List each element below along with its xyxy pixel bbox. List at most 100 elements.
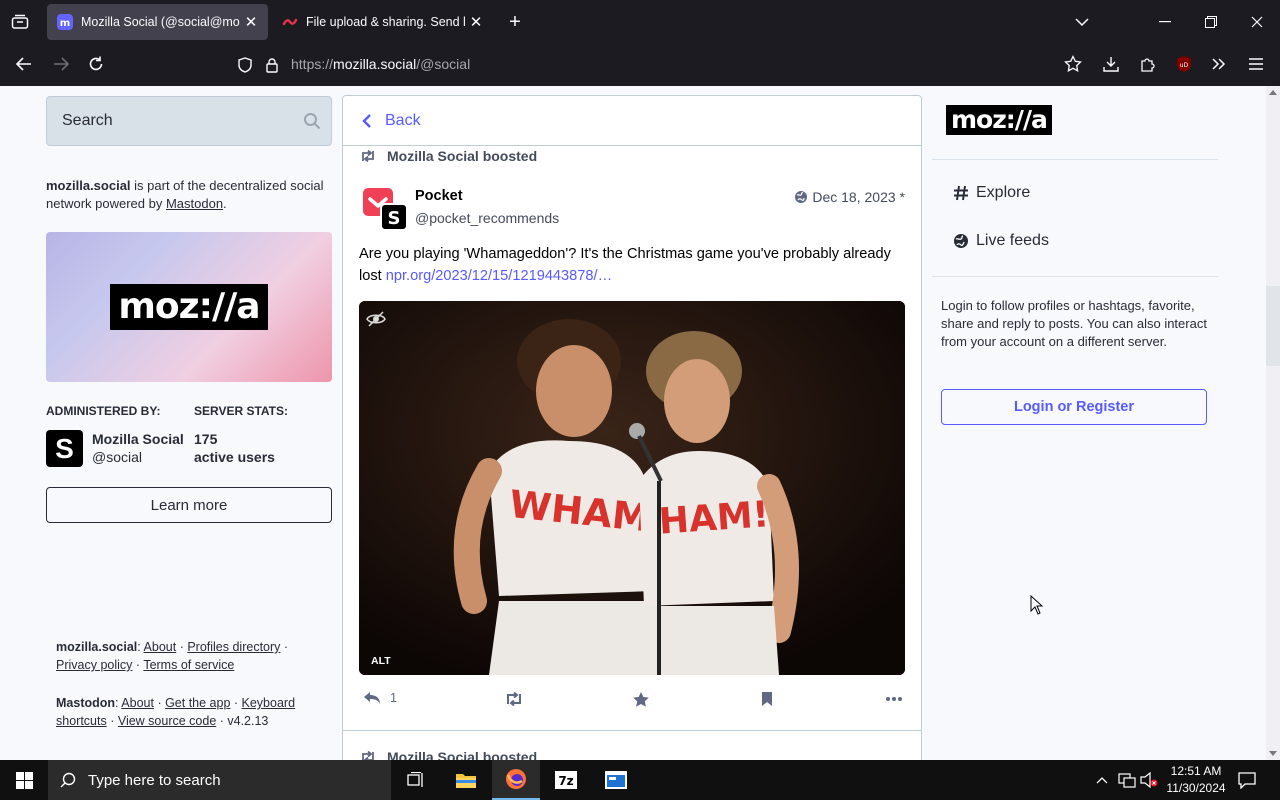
post-timestamp[interactable]: Dec 18, 2023 *	[794, 189, 905, 205]
mastodon-footer-links: Mastodon: About · Get the app · Keyboard…	[56, 696, 296, 728]
post-divider	[343, 730, 921, 731]
concert-photo: WHAM HAM!	[359, 301, 905, 675]
overflow-chevrons-icon[interactable]	[1209, 54, 1229, 74]
volume-muted-icon[interactable]	[1139, 771, 1159, 789]
main-column: Back Mozilla Social boosted S Pocket @po…	[342, 95, 922, 760]
search-icon[interactable]	[303, 112, 321, 130]
server-stats-heading: SERVER STATS:	[194, 404, 289, 418]
learn-more-button[interactable]: Learn more	[46, 487, 332, 523]
divider	[932, 159, 1218, 160]
mastodon-icon: m	[57, 14, 73, 30]
hide-media-eye-icon[interactable]	[365, 309, 387, 329]
privacy-policy-link[interactable]: Privacy policy	[56, 658, 132, 672]
post-media-image[interactable]: WHAM HAM! ALT	[359, 301, 905, 675]
back-button[interactable]: Back	[343, 96, 921, 146]
tab-file-upload[interactable]: File upload & sharing. Send larg ✕	[272, 4, 493, 40]
reply-button[interactable]: 1	[363, 691, 397, 705]
reload-icon[interactable]	[86, 54, 106, 74]
scroll-down-icon[interactable]	[1268, 748, 1278, 758]
scrollbar-thumb[interactable]	[1266, 286, 1280, 366]
browser-chrome: m Mozilla Social (@social@mozill ✕ File …	[0, 0, 1280, 86]
bookmark-button[interactable]	[761, 691, 773, 707]
post-content: Are you playing 'Whamageddon'? It's the …	[359, 246, 891, 284]
terms-of-service-link[interactable]: Terms of service	[143, 658, 234, 672]
system-clock[interactable]: 12:51 AM 11/30/2024	[1160, 763, 1232, 797]
server-footer-links: mozilla.social: About · Profiles directo…	[56, 640, 289, 672]
favourite-button[interactable]	[632, 691, 650, 708]
close-tab-icon[interactable]: ✕	[244, 13, 258, 31]
tab-title: File upload & sharing. Send larg	[306, 15, 465, 29]
svg-text:HAM!: HAM!	[658, 494, 771, 543]
mozilla-logo-link[interactable]: moz://a	[946, 105, 1052, 135]
search-input[interactable]: Search	[46, 96, 332, 146]
windows-taskbar: Type here to search 7z 12:51 AM 11/30/20…	[0, 760, 1280, 800]
more-options-button[interactable]	[886, 697, 902, 701]
server-about: mozilla.social is part of the decentrali…	[46, 178, 324, 211]
file-explorer-icon[interactable]	[442, 760, 490, 800]
firefox-taskbar-icon[interactable]	[492, 760, 540, 800]
minimize-icon[interactable]	[1156, 12, 1174, 32]
boosted-by-header: Mozilla Social boosted	[359, 148, 537, 164]
star-icon	[633, 692, 649, 707]
admin-avatar[interactable]: S	[46, 430, 83, 467]
extensions-puzzle-icon[interactable]	[1138, 54, 1158, 74]
post-author-handle[interactable]: @pocket_recommends	[415, 210, 559, 226]
task-view-icon[interactable]	[392, 760, 440, 800]
admin-handle[interactable]: @social	[92, 449, 142, 465]
login-register-button[interactable]: Login or Register	[941, 389, 1207, 425]
admin-name[interactable]: Mozilla Social	[92, 431, 184, 447]
close-window-icon[interactable]	[1248, 12, 1266, 32]
forward-arrow-icon[interactable]	[51, 54, 71, 74]
mozilla-logo: moz://a	[110, 284, 268, 330]
tab-bar: m Mozilla Social (@social@mozill ✕ File …	[0, 0, 1280, 44]
chevron-left-icon	[362, 113, 371, 128]
boost-icon	[507, 692, 521, 706]
pocket-avatar[interactable]: S	[361, 186, 407, 232]
app-window-icon[interactable]	[592, 760, 640, 800]
nav-live-feeds-label: Live feeds	[976, 232, 1049, 249]
downloads-icon[interactable]	[1101, 54, 1121, 74]
profiles-directory-link[interactable]: Profiles directory	[187, 640, 280, 654]
lock-icon[interactable]	[263, 55, 281, 75]
back-arrow-icon[interactable]	[14, 54, 34, 74]
mouse-cursor-icon	[1029, 594, 1045, 616]
back-label: Back	[385, 111, 421, 129]
ublock-origin-icon[interactable]: uD	[1174, 54, 1194, 74]
get-the-app-link[interactable]: Get the app	[165, 696, 230, 710]
next-boosted-by-label: Mozilla Social boosted	[387, 749, 538, 760]
post-link[interactable]: npr.org/2023/12/15/1219443878/…	[386, 268, 612, 284]
tracking-protection-shield-icon[interactable]	[235, 55, 255, 75]
footer-about-link[interactable]: About	[144, 640, 177, 654]
svg-text:uD: uD	[1180, 62, 1189, 69]
mastodon-about-link[interactable]: About	[121, 696, 154, 710]
close-tab-icon[interactable]: ✕	[469, 13, 483, 31]
show-hidden-icons-chevron-icon[interactable]	[1094, 772, 1110, 788]
nav-live-feeds[interactable]: Live feeds	[952, 232, 1049, 250]
view-source-code-link[interactable]: View source code	[118, 714, 216, 728]
tab-mozilla-social[interactable]: m Mozilla Social (@social@mozill ✕	[47, 4, 268, 40]
boost-icon	[362, 150, 374, 162]
list-tabs-chevron-icon[interactable]	[1072, 12, 1092, 32]
notifications-icon[interactable]	[1237, 770, 1257, 790]
url-bar[interactable]: https://mozilla.social/@social	[232, 50, 1092, 80]
page-scrollbar[interactable]	[1266, 86, 1280, 760]
restore-icon[interactable]	[1202, 12, 1220, 32]
bookmark-icon	[762, 692, 772, 706]
new-tab-icon[interactable]: +	[504, 11, 526, 33]
taskbar-search-input[interactable]: Type here to search	[48, 760, 391, 800]
windows-start-icon[interactable]	[12, 770, 36, 790]
boost-button[interactable]	[504, 692, 524, 706]
mastodon-link[interactable]: Mastodon	[166, 196, 223, 211]
administered-by-heading: ADMINISTERED BY:	[46, 404, 161, 418]
tab-overview-icon[interactable]	[8, 12, 32, 32]
7zip-icon[interactable]: 7z	[542, 760, 590, 800]
nav-explore[interactable]: Explore	[952, 184, 1030, 202]
network-icon[interactable]	[1117, 771, 1137, 789]
scroll-up-icon[interactable]	[1268, 87, 1278, 97]
hashtag-icon	[952, 185, 970, 201]
url-text[interactable]: https://mozilla.social/@social	[291, 56, 470, 72]
post-author-name[interactable]: Pocket	[415, 188, 463, 204]
alt-text-badge[interactable]: ALT	[371, 655, 391, 667]
hamburger-menu-icon[interactable]	[1246, 54, 1266, 74]
bookmark-star-icon[interactable]	[1063, 54, 1083, 74]
